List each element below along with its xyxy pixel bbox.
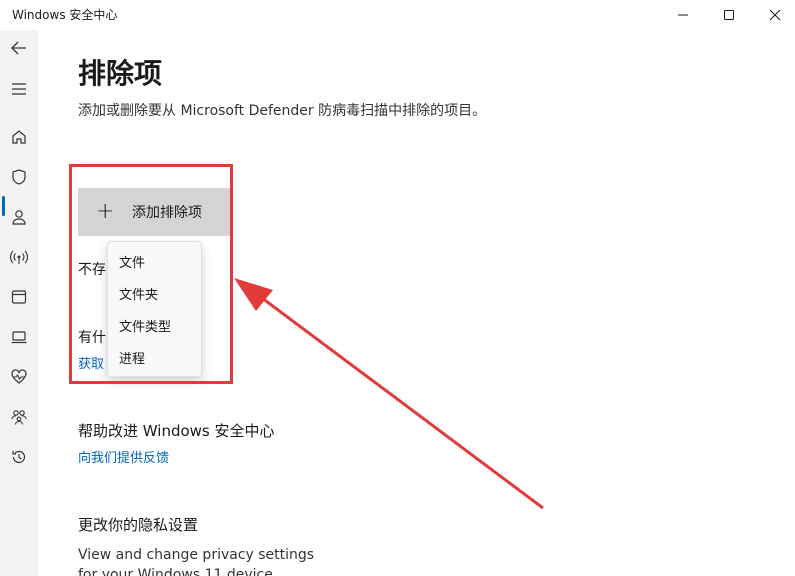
active-indicator (2, 196, 5, 216)
privacy-text-line1: View and change privacy settings (78, 547, 315, 563)
laptop-icon (11, 331, 27, 344)
nav-account-protection[interactable] (6, 204, 32, 230)
nav-home[interactable] (6, 124, 32, 150)
nav-app-browser-control[interactable] (6, 284, 32, 310)
privacy-text-line2: for your Windows 11 device. (78, 567, 278, 576)
history-icon (12, 450, 26, 464)
close-icon (769, 9, 781, 21)
feedback-link[interactable]: 向我们提供反馈 (78, 447, 169, 466)
heart-pulse-icon (11, 369, 27, 384)
app-browser-icon (11, 290, 27, 304)
maximize-button[interactable] (706, 0, 752, 30)
plus-icon: + (96, 199, 115, 224)
menu-item-process[interactable]: 进程 (119, 348, 145, 367)
maximize-icon (724, 10, 734, 20)
privacy-heading: 更改你的隐私设置 (78, 516, 199, 534)
improve-heading: 帮助改进 Windows 安全中心 (78, 422, 275, 440)
nav-virus-protection[interactable] (6, 164, 32, 190)
get-help-link[interactable]: 获取 (78, 353, 104, 372)
nav-device-security[interactable] (6, 324, 32, 350)
title-bar: Windows 安全中心 (0, 0, 795, 30)
menu-item-file[interactable]: 文件 (119, 252, 145, 271)
questions-heading: 有什 (78, 330, 106, 346)
close-button[interactable] (752, 0, 795, 30)
navigation-sidebar (0, 30, 38, 576)
page-description: 添加或删除要从 Microsoft Defender 防病毒扫描中排除的项目。 (78, 103, 487, 119)
nav-device-health[interactable] (6, 364, 32, 390)
family-icon (11, 410, 27, 425)
add-exclusion-label: 添加排除项 (132, 205, 202, 221)
wifi-antenna-icon (10, 250, 28, 264)
home-icon (12, 130, 26, 144)
nav-protection-history[interactable] (6, 444, 32, 470)
minimize-icon (678, 14, 688, 16)
menu-toggle-button[interactable] (6, 76, 32, 102)
no-exclusions-text: 不存 (78, 262, 106, 278)
hamburger-menu-icon (12, 83, 26, 95)
window-title: Windows 安全中心 (12, 8, 118, 22)
person-icon (12, 210, 26, 225)
nav-firewall[interactable] (6, 244, 32, 270)
page-title: 排除项 (78, 57, 163, 90)
back-button[interactable] (6, 35, 32, 61)
minimize-button[interactable] (660, 0, 706, 30)
menu-item-file-type[interactable]: 文件类型 (119, 316, 171, 335)
back-arrow-icon (11, 41, 26, 55)
nav-family-options[interactable] (6, 404, 32, 430)
menu-item-folder[interactable]: 文件夹 (119, 284, 158, 303)
exclusion-type-menu: 文件 文件夹 文件类型 进程 (107, 241, 202, 377)
shield-icon (12, 169, 26, 185)
add-exclusion-button[interactable]: + 添加排除项 (78, 188, 230, 236)
